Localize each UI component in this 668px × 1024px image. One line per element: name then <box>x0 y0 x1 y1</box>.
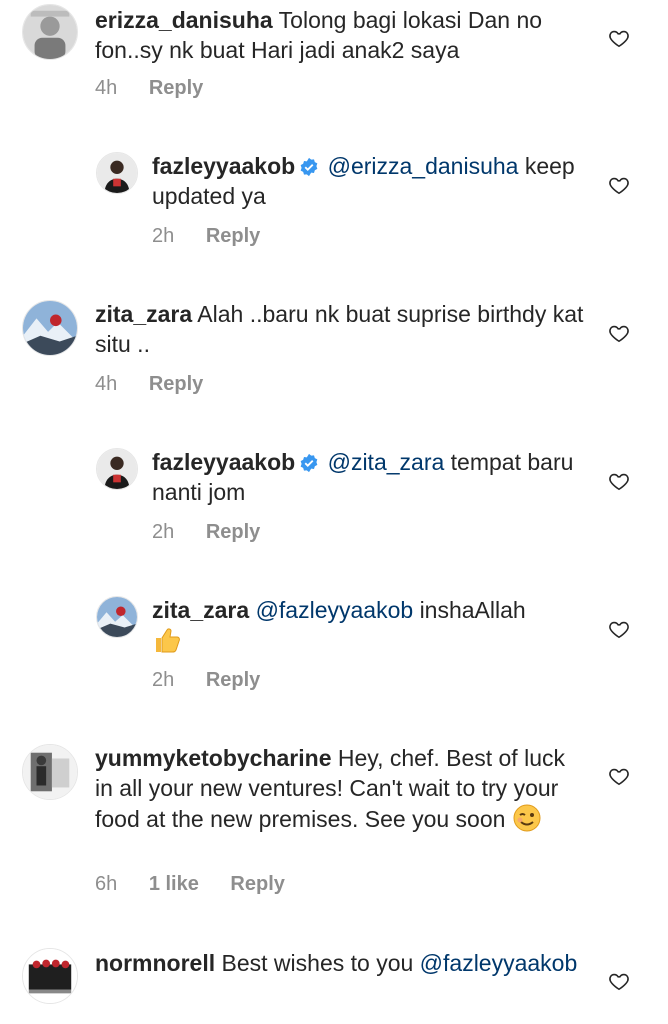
verified-badge-icon <box>300 453 318 473</box>
comment-meta: 4h Reply <box>95 372 229 396</box>
user-avatar[interactable] <box>96 448 138 490</box>
heart-icon[interactable] <box>608 322 630 344</box>
comment-text: fazleyyaakob @zita_zara tempat baru nant… <box>152 447 584 507</box>
reply-button[interactable]: Reply <box>230 873 284 895</box>
reply-button[interactable]: Reply <box>206 669 260 691</box>
comment-text: normnorell Best wishes to you @fazleyyaa… <box>95 948 584 978</box>
heart-icon[interactable] <box>608 470 630 492</box>
mention-link[interactable]: @fazleyyaakob <box>256 597 414 623</box>
reply-button[interactable]: Reply <box>206 521 260 543</box>
comment-body: inshaAllah <box>419 597 526 623</box>
reply-button[interactable]: Reply <box>149 373 203 395</box>
comment-username[interactable]: fazleyyaakob <box>152 153 295 179</box>
heart-icon[interactable] <box>608 174 630 196</box>
user-avatar[interactable] <box>22 300 78 356</box>
comment-meta: 2h Reply <box>152 224 286 248</box>
comment-time: 2h <box>152 669 175 691</box>
heart-icon[interactable] <box>608 970 630 992</box>
user-avatar[interactable] <box>96 152 138 194</box>
comment-text: zita_zara @fazleyyaakob inshaAllah <box>152 595 584 656</box>
heart-icon[interactable] <box>608 27 630 49</box>
comment-username[interactable]: fazleyyaakob <box>152 449 295 475</box>
comment-username[interactable]: normnorell <box>95 950 215 976</box>
comment-time: 4h <box>95 77 118 99</box>
comment-meta: 2h Reply <box>152 668 286 692</box>
winking-face-emoji <box>513 804 541 832</box>
comment-username[interactable]: zita_zara <box>95 301 192 327</box>
mention-link[interactable]: @zita_zara <box>328 449 445 475</box>
verified-badge-icon <box>300 157 318 177</box>
user-avatar[interactable] <box>22 744 78 800</box>
comment-time: 2h <box>152 225 175 247</box>
thumbs-up-emoji <box>156 628 180 653</box>
comment-text: erizza_danisuha Tolong bagi lokasi Dan n… <box>95 5 584 65</box>
comment-username[interactable]: zita_zara <box>152 597 249 623</box>
comment-meta: 2h Reply <box>152 520 286 544</box>
comment-meta: 4h Reply <box>95 76 229 100</box>
comment-text: fazleyyaakob @erizza_danisuha keep updat… <box>152 151 584 211</box>
comment-username[interactable]: yummyketobycharine <box>95 745 331 771</box>
comment-body: Best wishes to you <box>221 950 414 976</box>
reply-button[interactable]: Reply <box>149 77 203 99</box>
comment-time: 6h <box>95 873 118 895</box>
mention-link[interactable]: @fazleyyaakob <box>420 950 578 976</box>
reply-button[interactable]: Reply <box>206 225 260 247</box>
mention-link[interactable]: @erizza_danisuha <box>328 153 519 179</box>
user-avatar[interactable] <box>22 948 78 1004</box>
heart-icon[interactable] <box>608 618 630 640</box>
heart-icon[interactable] <box>608 765 630 787</box>
comment-text: zita_zara Alah ..baru nk buat suprise bi… <box>95 299 584 359</box>
user-avatar[interactable] <box>96 596 138 638</box>
comment-username[interactable]: erizza_danisuha <box>95 7 273 33</box>
comment-time: 4h <box>95 373 118 395</box>
comment-meta: 6h 1 like Reply <box>95 872 311 896</box>
comment-text: yummyketobycharine Hey, chef. Best of lu… <box>95 743 584 834</box>
user-avatar[interactable] <box>22 4 78 60</box>
comment-time: 2h <box>152 521 175 543</box>
likes-count[interactable]: 1 like <box>149 873 199 895</box>
